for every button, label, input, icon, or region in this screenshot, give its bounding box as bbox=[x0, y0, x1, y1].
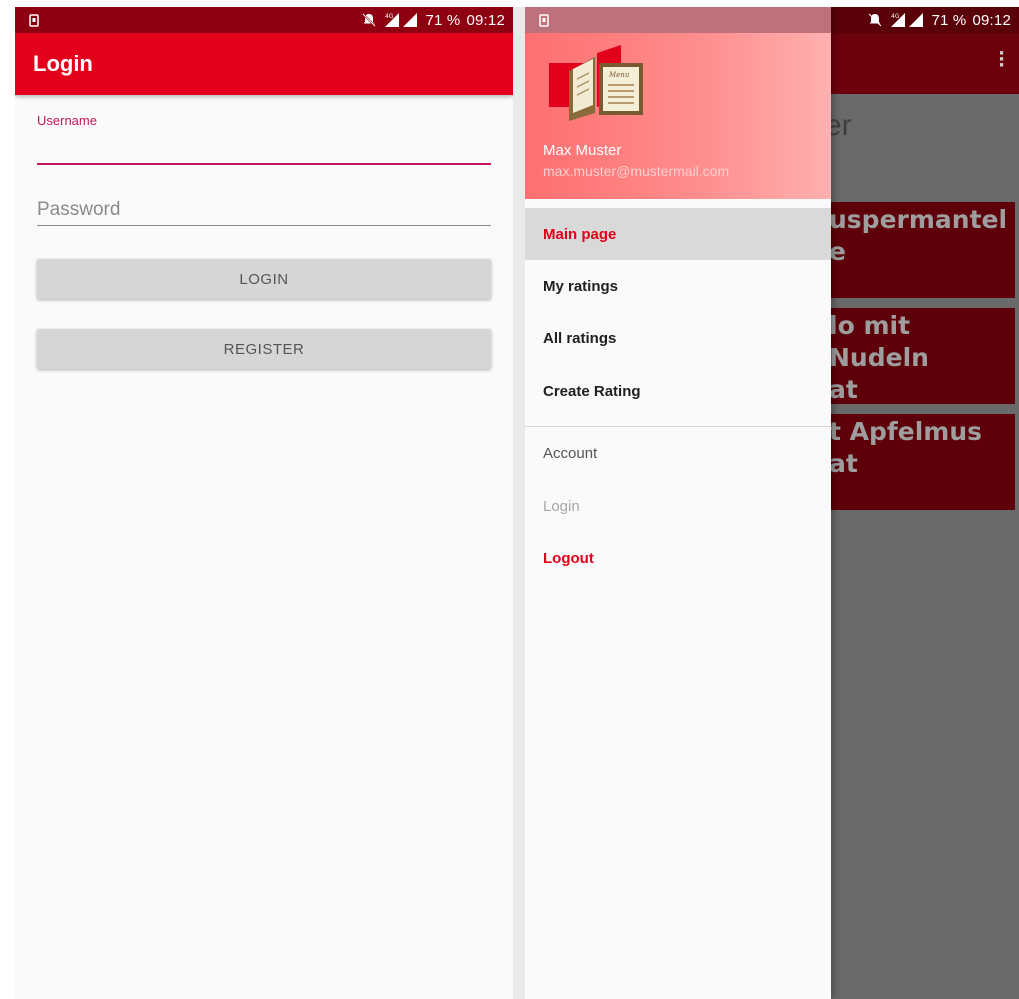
overflow-menu-icon[interactable]: · · · bbox=[998, 45, 1005, 75]
svg-text:4G: 4G bbox=[385, 13, 394, 20]
screenshot-divider bbox=[513, 7, 525, 999]
sim-card-icon bbox=[539, 13, 549, 27]
username-label: Username bbox=[37, 113, 97, 128]
status-bar-right: 4G 71 % 09:12 bbox=[361, 12, 505, 29]
username-underline bbox=[37, 163, 491, 165]
password-placeholder: Password bbox=[37, 199, 121, 220]
app-logo-icon: Menu bbox=[547, 43, 645, 125]
card-line: at bbox=[829, 449, 858, 478]
clock: 09:12 bbox=[466, 11, 505, 29]
card-line: at bbox=[829, 375, 858, 404]
username-field[interactable]: Username bbox=[37, 113, 491, 165]
status-bar: 4G 71 % 09:12 bbox=[15, 7, 513, 33]
user-email: max.muster@mustermail.com bbox=[543, 163, 730, 179]
mute-bell-icon bbox=[361, 12, 377, 28]
navigation-drawer: Menu Max Muster max.muster@mustermail.co… bbox=[525, 7, 831, 999]
card-line: lo mit Nudeln bbox=[829, 311, 929, 372]
app-bar: Login bbox=[15, 33, 513, 95]
drawer-item-my-ratings[interactable]: My ratings bbox=[525, 260, 831, 312]
sim-card-icon bbox=[29, 13, 39, 27]
drawer-item-all-ratings[interactable]: All ratings bbox=[525, 312, 831, 364]
drawer-item-create-rating[interactable]: Create Rating bbox=[525, 365, 831, 417]
signal-4g-icon: 4G bbox=[383, 12, 419, 28]
clock: 09:12 bbox=[972, 11, 1011, 29]
card-line: e bbox=[829, 237, 846, 266]
drawer-header: Menu Max Muster max.muster@mustermail.co… bbox=[525, 33, 831, 199]
drawer-status-overlay bbox=[525, 7, 831, 33]
drawer-screen: 4G 71 % 09:12 · · · er uspermantel e lo mi… bbox=[525, 7, 1019, 999]
drawer-divider bbox=[525, 426, 831, 427]
battery-percent: 71 % bbox=[931, 11, 967, 29]
card-line: uspermantel bbox=[829, 205, 1008, 234]
password-underline bbox=[37, 225, 491, 226]
background-card[interactable]: t Apfelmus at bbox=[825, 414, 1015, 510]
card-line: t Apfelmus bbox=[829, 417, 983, 446]
drawer-subheader-account: Account bbox=[543, 445, 598, 462]
page-title: Login bbox=[33, 51, 93, 76]
drawer-item-login[interactable]: Login bbox=[543, 498, 580, 515]
signal-4g-icon: 4G bbox=[889, 12, 925, 28]
user-name: Max Muster bbox=[543, 142, 622, 159]
drawer-item-logout[interactable]: Logout bbox=[543, 550, 594, 567]
login-button[interactable]: LOGIN bbox=[37, 259, 491, 299]
register-button[interactable]: REGISTER bbox=[37, 329, 491, 369]
login-screen: 4G 71 % 09:12 Login Username Password LO… bbox=[15, 7, 513, 999]
background-card[interactable]: lo mit Nudeln at bbox=[825, 308, 1015, 404]
svg-text:Menu: Menu bbox=[608, 71, 630, 79]
mute-bell-icon bbox=[867, 12, 883, 28]
battery-percent: 71 % bbox=[425, 11, 461, 29]
drawer-item-main-page[interactable]: Main page bbox=[525, 208, 831, 260]
svg-text:4G: 4G bbox=[891, 13, 900, 20]
background-card[interactable]: uspermantel e bbox=[825, 202, 1015, 298]
status-bar-right: 4G 71 % 09:12 bbox=[867, 12, 1011, 29]
password-field[interactable]: Password bbox=[37, 195, 491, 229]
